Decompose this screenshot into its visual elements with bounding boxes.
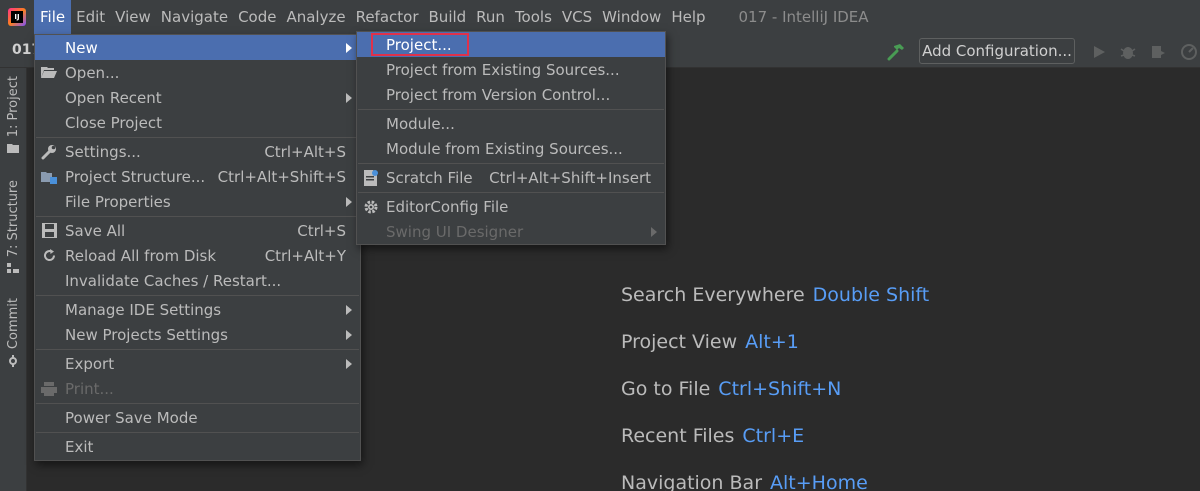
menu-edit[interactable]: Edit [71,0,110,34]
menu-item-close-project[interactable]: Close Project [35,110,360,135]
menu-item-open-recent[interactable]: Open Recent [35,85,360,110]
new-submenu: Project... Project from Existing Sources… [356,31,666,245]
highlight-box [371,33,469,56]
menu-build[interactable]: Build [424,0,472,34]
menu-item-new[interactable]: New [35,35,360,60]
menu-item-editorconfig-file[interactable]: EditorConfig File [357,194,665,219]
menu-separator [358,192,664,193]
menu-item-open[interactable]: Open... [35,60,360,85]
menu-item-project-from-vcs[interactable]: Project from Version Control... [357,82,665,107]
menu-item-print: Print... [35,376,360,401]
file-menu: New Open... Open Recent Close Project Se… [34,34,361,461]
menu-code[interactable]: Code [233,0,281,34]
tab-project[interactable]: 1: Project [2,76,24,154]
hint-project-view: Project View Alt+1 [621,331,799,353]
menu-separator [358,109,664,110]
menu-vcs[interactable]: VCS [557,0,597,34]
menu-separator [36,137,359,138]
menu-analyze[interactable]: Analyze [281,0,350,34]
menu-item-file-properties[interactable]: File Properties [35,189,360,214]
tool-window-stripe: 1: Project 7: Structure Commit [0,68,27,491]
menu-item-module[interactable]: Module... [357,111,665,136]
menu-item-settings[interactable]: Settings... Ctrl+Alt+S [35,139,360,164]
structure-icon [7,263,19,274]
menu-item-save-all[interactable]: Save All Ctrl+S [35,218,360,243]
menu-bar: IJ File Edit View Navigate Code Analyze … [0,0,1200,34]
menu-item-invalidate-caches[interactable]: Invalidate Caches / Restart... [35,268,360,293]
menu-item-new-projects-settings[interactable]: New Projects Settings [35,322,360,347]
intellij-logo-icon: IJ [0,0,34,34]
menu-item-export[interactable]: Export [35,351,360,376]
save-icon [40,222,58,240]
hint-recent-files: Recent Files Ctrl+E [621,425,805,447]
debug-icon[interactable] [1119,43,1137,61]
menu-navigate[interactable]: Navigate [156,0,233,34]
menu-item-reload-all[interactable]: Reload All from Disk Ctrl+Alt+Y [35,243,360,268]
tab-commit-label: Commit [5,298,21,350]
menu-tools[interactable]: Tools [510,0,557,34]
coverage-icon[interactable] [1149,43,1167,61]
run-icon[interactable] [1090,43,1108,61]
add-configuration-button[interactable]: Add Configuration... [919,38,1075,64]
menu-item-new-project[interactable]: Project... [357,32,665,57]
submenu-arrow-icon [346,196,352,207]
submenu-arrow-icon [346,92,352,103]
gear-icon [362,198,380,216]
menu-help[interactable]: Help [666,0,710,34]
menu-window[interactable]: Window [597,0,666,34]
menu-separator [36,216,359,217]
menu-separator [358,163,664,164]
hammer-icon[interactable] [886,42,906,62]
menu-item-module-from-existing-sources[interactable]: Module from Existing Sources... [357,136,665,161]
menu-item-power-save-mode[interactable]: Power Save Mode [35,405,360,430]
reload-icon [40,247,58,265]
menu-item-project-structure[interactable]: Project Structure... Ctrl+Alt+Shift+S [35,164,360,189]
scratch-file-icon [362,169,380,187]
folder-open-icon [40,64,58,82]
tab-structure[interactable]: 7: Structure [2,180,24,274]
menu-refactor[interactable]: Refactor [351,0,424,34]
tab-commit[interactable]: Commit [2,298,24,368]
menu-item-swing-ui-designer: Swing UI Designer [357,219,665,244]
submenu-arrow-icon [651,226,657,237]
menu-file[interactable]: File [34,0,72,34]
menu-separator [36,349,359,350]
menu-item-exit[interactable]: Exit [35,434,360,459]
hint-go-to-file: Go to File Ctrl+Shift+N [621,378,842,400]
tab-structure-label: 7: Structure [5,180,21,258]
hint-navigation-bar: Navigation Bar Alt+Home [621,472,868,491]
profiler-icon[interactable] [1180,43,1198,61]
submenu-arrow-icon [346,304,352,315]
menu-separator [36,432,359,433]
menu-item-manage-ide-settings[interactable]: Manage IDE Settings [35,297,360,322]
window-title: 017 - IntelliJ IDEA [738,8,869,26]
tab-project-label: 1: Project [5,76,21,138]
project-structure-icon [40,168,58,186]
menu-separator [36,403,359,404]
folder-icon [7,144,19,154]
menu-separator [36,295,359,296]
menu-item-project-from-existing-sources[interactable]: Project from Existing Sources... [357,57,665,82]
submenu-arrow-icon [346,329,352,340]
menu-view[interactable]: View [110,0,156,34]
menu-run[interactable]: Run [471,0,510,34]
commit-icon [9,355,17,368]
submenu-arrow-icon [346,42,352,53]
submenu-arrow-icon [346,358,352,369]
print-icon [40,380,58,398]
wrench-icon [40,143,58,161]
menu-item-scratch-file[interactable]: Scratch File Ctrl+Alt+Shift+Insert [357,165,665,190]
hint-search-everywhere: Search Everywhere Double Shift [621,284,930,306]
